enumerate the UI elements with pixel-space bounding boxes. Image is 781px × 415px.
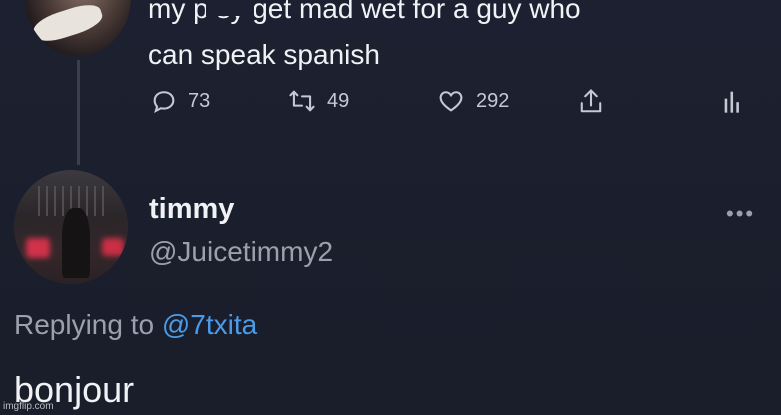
reply-display-name[interactable]: timmy [149,193,234,226]
share-icon [580,89,602,113]
avatar-figure [62,208,90,278]
reply-handle[interactable]: @Juicetimmy2 [149,236,333,268]
avatar-hand-graphic [30,0,106,47]
watermark: imgflip.com [3,401,54,412]
like-button[interactable]: 292 [436,87,509,115]
reply-count: 73 [188,89,211,112]
like-icon [439,91,463,112]
more-options-icon[interactable]: ••• [726,201,755,227]
parent-tweet-line2: can speak spanish [148,39,380,70]
reply-button[interactable]: 73 [150,87,210,115]
screen: my p sy get mad wet for a guy who can spe… [0,0,781,415]
replying-to-line: Replying to @7txita [14,309,257,341]
tweet-actions-bar: 73 49 292 [0,87,781,121]
retweet-count: 49 [327,89,350,112]
reply-avatar[interactable] [14,170,128,284]
censor-mask [206,0,254,16]
retweet-icon [289,90,315,112]
like-count: 292 [476,89,510,112]
replying-to-prefix: Replying to [14,309,162,340]
retweet-button[interactable]: 49 [287,87,349,115]
analytics-button[interactable] [723,87,745,115]
analytics-icon [724,91,739,113]
parent-avatar[interactable] [25,0,131,56]
avatar-light-right [102,238,124,256]
avatar-light-left [26,238,50,258]
reply-icon [153,91,175,114]
share-button[interactable] [577,87,605,117]
replying-to-mention[interactable]: @7txita [162,309,257,340]
